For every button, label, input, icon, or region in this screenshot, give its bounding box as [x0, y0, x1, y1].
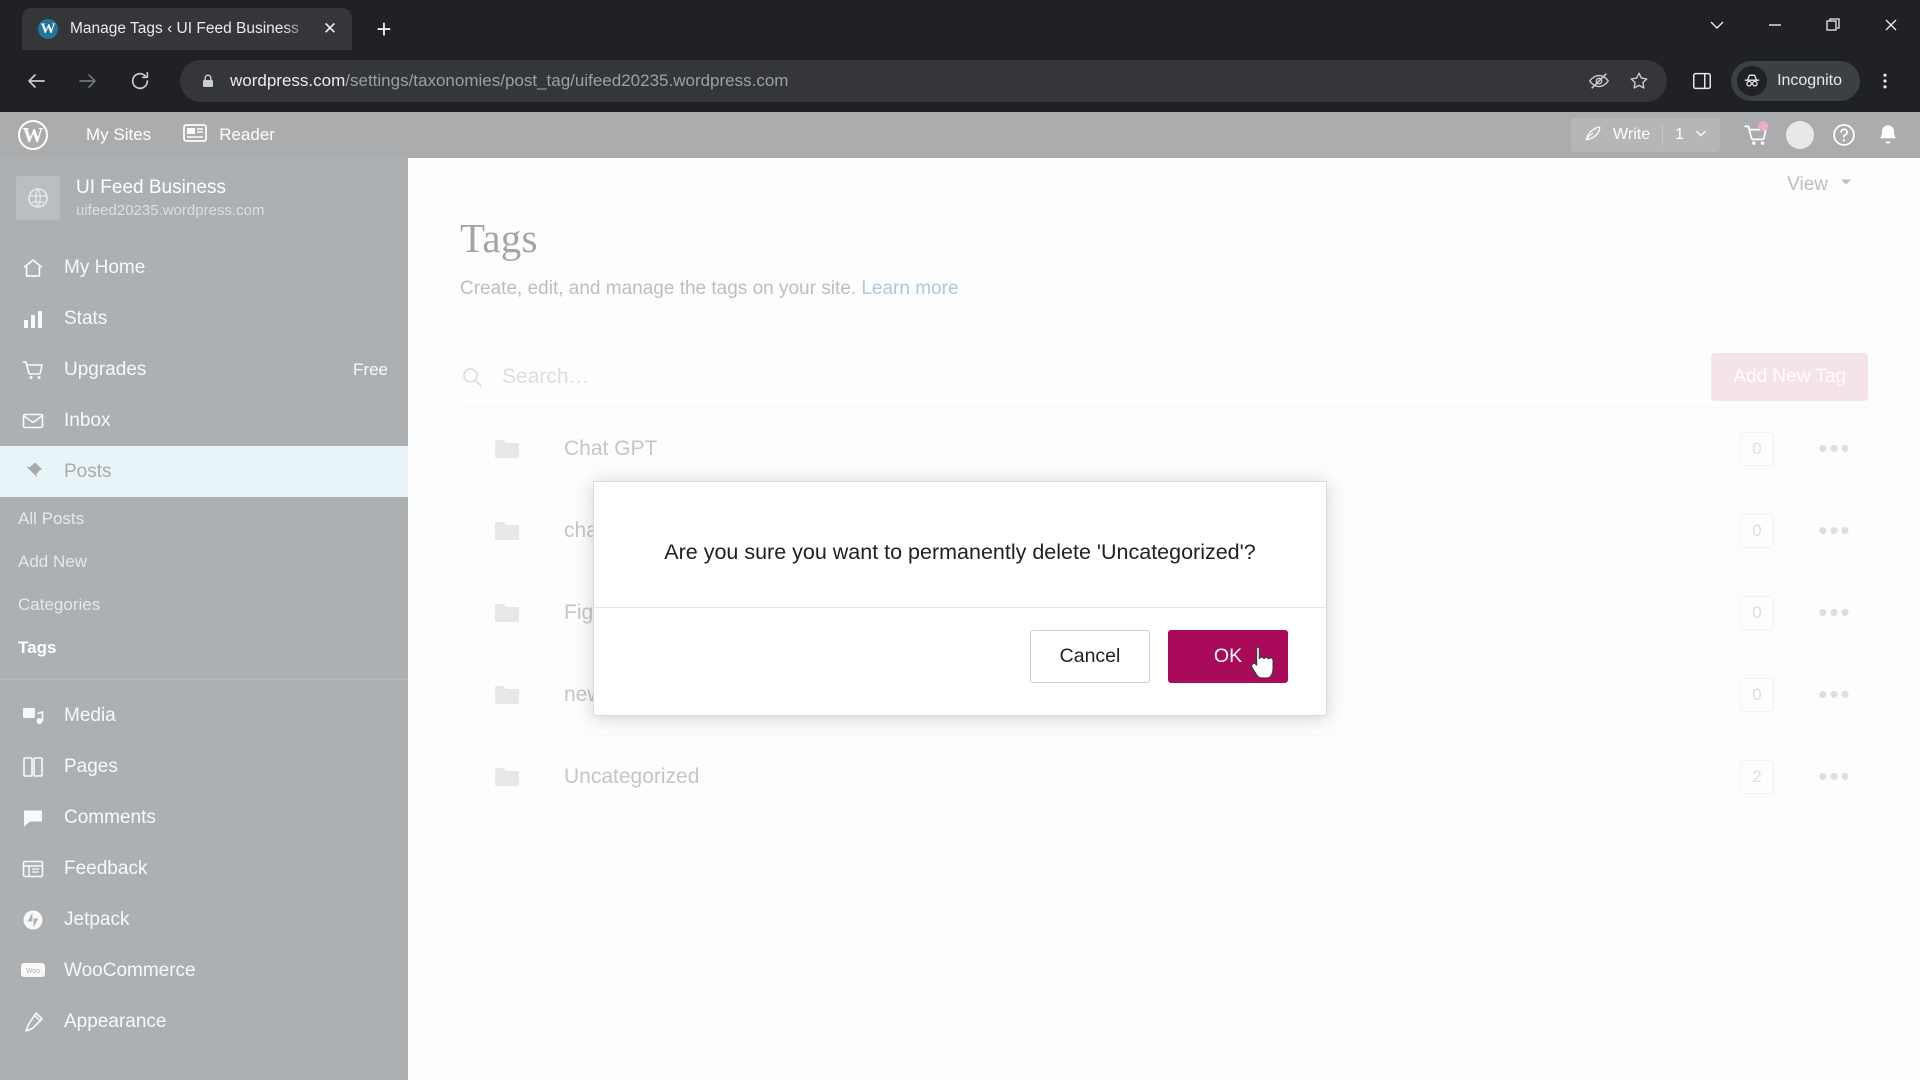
address-bar[interactable]: wordpress.com/settings/taxonomies/post_t…: [180, 60, 1668, 102]
minimize-icon[interactable]: [1746, 0, 1804, 50]
browser-toolbar: wordpress.com/settings/taxonomies/post_t…: [0, 50, 1920, 112]
close-icon[interactable]: [1862, 0, 1920, 50]
chevron-down-icon[interactable]: [1688, 0, 1746, 50]
back-arrow-icon[interactable]: [14, 59, 58, 103]
dialog-message: Are you sure you want to permanently del…: [664, 540, 1256, 564]
side-panel-icon[interactable]: [1681, 60, 1723, 102]
eye-slash-icon[interactable]: [1579, 61, 1619, 101]
confirm-delete-dialog: Are you sure you want to permanently del…: [593, 481, 1327, 716]
forward-arrow-icon[interactable]: [66, 59, 110, 103]
dialog-actions: Cancel OK: [594, 608, 1326, 715]
tab-title: Manage Tags ‹ UI Feed Business: [70, 20, 299, 37]
lock-icon: [200, 73, 216, 89]
incognito-profile-button[interactable]: Incognito: [1731, 61, 1860, 101]
mouse-cursor: [1248, 645, 1278, 688]
cancel-button[interactable]: Cancel: [1030, 630, 1150, 683]
url-path: /settings/taxonomies/post_tag/uifeed2023…: [345, 71, 789, 90]
three-dot-menu-icon[interactable]: [1864, 60, 1906, 102]
url-domain: wordpress.com: [230, 71, 346, 90]
incognito-label: Incognito: [1777, 72, 1842, 89]
reload-icon[interactable]: [118, 59, 162, 103]
star-icon[interactable]: [1619, 61, 1659, 101]
restore-icon[interactable]: [1804, 0, 1862, 50]
window-controls: [1688, 0, 1920, 50]
address-bar-actions: [1579, 61, 1659, 101]
browser-titlebar: W Manage Tags ‹ UI Feed Business ✕ +: [0, 0, 1920, 50]
address-bar-url: wordpress.com/settings/taxonomies/post_t…: [230, 71, 788, 91]
incognito-icon: [1737, 66, 1768, 96]
browser-tab[interactable]: W Manage Tags ‹ UI Feed Business ✕: [22, 8, 352, 50]
wordpress-favicon-icon: W: [38, 19, 58, 39]
browser-window: W Manage Tags ‹ UI Feed Business ✕ + wor…: [0, 0, 1920, 1080]
new-tab-button[interactable]: +: [366, 11, 402, 47]
tab-close-icon[interactable]: ✕: [318, 17, 342, 41]
